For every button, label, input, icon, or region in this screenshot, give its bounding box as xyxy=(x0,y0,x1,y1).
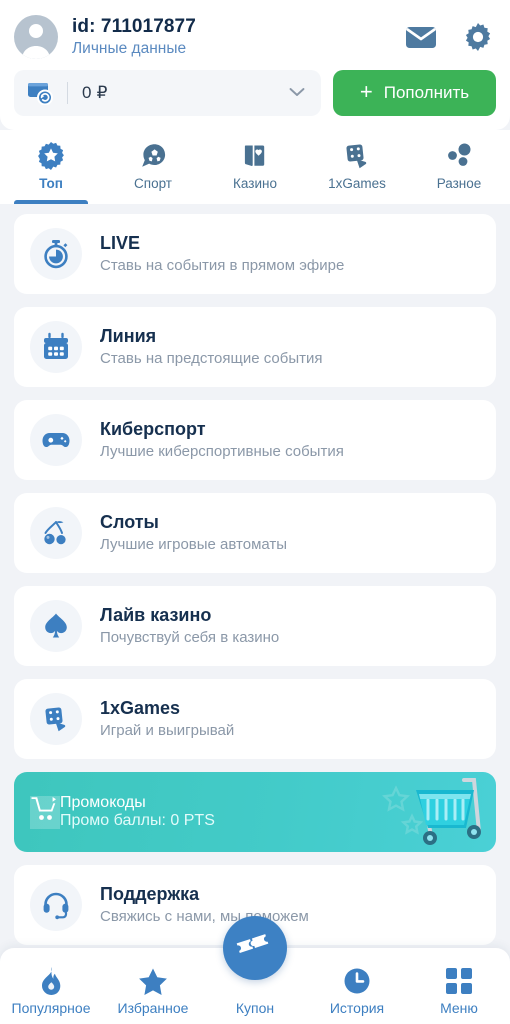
clock-icon xyxy=(343,964,371,998)
tab-label: 1xGames xyxy=(328,176,386,191)
gamepad-icon xyxy=(30,414,82,466)
soccer-ball-icon xyxy=(138,140,168,172)
topup-button[interactable]: + Пополнить xyxy=(333,70,496,116)
account-id-value: 711017877 xyxy=(100,16,196,38)
tab-active-underline xyxy=(14,200,88,204)
list-item-esports[interactable]: Киберспорт Лучшие киберспортивные событи… xyxy=(14,400,496,480)
wallet-row: 0 ₽ + Пополнить xyxy=(14,70,496,116)
tab-underline xyxy=(218,200,291,204)
list-item-text: Киберспорт Лучшие киберспортивные событи… xyxy=(100,418,344,462)
list-item-subtitle: Лучшие игровые автоматы xyxy=(100,536,288,554)
list-item-subtitle: Почувствуй себя в казино xyxy=(100,629,280,647)
tab-sport[interactable]: Спорт xyxy=(102,134,204,204)
promo-subtitle: Промо баллы: 0 PTS xyxy=(60,812,215,829)
list-item-title: Лайв казино xyxy=(100,604,212,625)
gear-icon[interactable] xyxy=(464,23,492,51)
rosette-star-icon xyxy=(36,140,66,172)
user-avatar-icon xyxy=(22,24,50,59)
nav-item-label: Купон xyxy=(235,1000,275,1016)
list-item-subtitle: Ставь на предстоящие события xyxy=(100,350,323,368)
promo-title: Промокоды xyxy=(60,794,146,811)
balance-amount: 0 ₽ xyxy=(82,83,108,102)
flame-icon xyxy=(38,964,64,998)
list-item-text: LIVE Ставь на события в прямом эфире xyxy=(100,232,344,276)
shopping-cart-illustration xyxy=(382,778,481,845)
avatar[interactable] xyxy=(14,15,58,59)
ticket-icon xyxy=(236,934,269,953)
shopping-cart-icon xyxy=(30,795,60,829)
list-item-title: LIVE xyxy=(100,232,141,253)
list-item-title: 1xGames xyxy=(100,697,181,718)
support-title: Поддержка xyxy=(100,883,200,904)
list-item-subtitle: Лучшие киберспортивные события xyxy=(100,443,344,461)
personal-data-link[interactable]: Личные данные xyxy=(72,40,406,58)
tab-label: Топ xyxy=(39,176,63,191)
tab-label: Казино xyxy=(233,176,277,191)
app-screen: id: 711017877 Личные данные 0 ₽ + Пополн… xyxy=(0,0,510,1024)
nav-item-menu[interactable]: Меню xyxy=(408,948,510,1024)
promo-text: Промокоды Промо баллы: 0 PTS xyxy=(60,794,215,830)
promo-codes-banner[interactable]: Промокоды Промо баллы: 0 PTS xyxy=(14,772,496,852)
dice-icon xyxy=(342,140,372,172)
list-item-text: Лайв казино Почувствуй себя в казино xyxy=(100,604,279,648)
main-menu-list: LIVE Ставь на события в прямом эфире Лин… xyxy=(0,204,510,1024)
account-info: id: 711017877 Личные данные xyxy=(72,16,406,58)
tab-casino[interactable]: Казино xyxy=(204,134,306,204)
account-id-label: id: xyxy=(72,16,96,38)
list-item-text: Слоты Лучшие игровые автоматы xyxy=(100,511,287,555)
list-item-subtitle: Ставь на события в прямом эфире xyxy=(100,257,345,275)
balance-selector[interactable]: 0 ₽ xyxy=(14,70,321,116)
playing-cards-icon xyxy=(240,140,270,172)
list-item-title: Киберспорт xyxy=(100,418,206,439)
stopwatch-icon xyxy=(30,228,82,280)
list-item-text: Линия Ставь на предстоящие события xyxy=(100,325,323,369)
list-item-live-casino[interactable]: Лайв казино Почувствуй себя в казино xyxy=(14,586,496,666)
header: id: 711017877 Личные данные 0 ₽ + Пополн… xyxy=(0,0,510,130)
list-item-line[interactable]: Линия Ставь на предстоящие события xyxy=(14,307,496,387)
list-item-1xgames[interactable]: 1xGames Играй и выигрывай xyxy=(14,679,496,759)
chevron-down-icon[interactable] xyxy=(289,84,309,102)
list-item-live[interactable]: LIVE Ставь на события в прямом эфире xyxy=(14,214,496,294)
tab-underline xyxy=(116,200,189,204)
tab-underline xyxy=(422,200,495,204)
tab-underline xyxy=(320,200,393,204)
tab-1xgames[interactable]: 1xGames xyxy=(306,134,408,204)
account-id: id: 711017877 xyxy=(72,16,406,38)
wallet-refresh-icon xyxy=(28,81,54,105)
category-tabs: Топ Спорт Казино 1xGames Разное xyxy=(0,130,510,204)
topup-label: Пополнить xyxy=(383,83,470,102)
nav-item-label: Популярное xyxy=(11,1000,91,1016)
tab-misc[interactable]: Разное xyxy=(408,134,510,204)
tab-label: Спорт xyxy=(134,176,172,191)
plus-icon: + xyxy=(359,79,373,104)
list-item-subtitle: Играй и выигрывай xyxy=(100,722,235,740)
nav-item-label: История xyxy=(329,1000,385,1016)
list-item-title: Линия xyxy=(100,325,157,346)
nav-item-popular[interactable]: Популярное xyxy=(0,948,102,1024)
coupon-fab-button[interactable] xyxy=(223,916,287,980)
nav-item-history[interactable]: История xyxy=(306,948,408,1024)
dice-icon xyxy=(30,693,82,745)
nav-item-label: Избранное xyxy=(117,1000,189,1016)
header-actions xyxy=(406,23,496,51)
mail-icon[interactable] xyxy=(406,25,436,49)
dots-cluster-icon xyxy=(444,140,474,172)
cherries-icon xyxy=(30,507,82,559)
nav-item-label: Меню xyxy=(440,1000,478,1016)
spade-icon xyxy=(30,600,82,652)
list-item-text: Поддержка Свяжись с нами, мы поможем xyxy=(100,883,309,927)
list-item-text: 1xGames Играй и выигрывай xyxy=(100,697,234,741)
headset-icon xyxy=(30,879,82,931)
wallet-divider xyxy=(67,82,68,104)
list-item-slots[interactable]: Слоты Лучшие игровые автоматы xyxy=(14,493,496,573)
list-item-title: Слоты xyxy=(100,511,159,532)
calendar-icon xyxy=(30,321,82,373)
nav-item-favorites[interactable]: Избранное xyxy=(102,948,204,1024)
account-row: id: 711017877 Личные данные xyxy=(14,10,496,64)
grid-squares-icon xyxy=(446,964,472,998)
tab-top[interactable]: Топ xyxy=(0,134,102,204)
star-icon xyxy=(138,964,168,998)
tab-label: Разное xyxy=(436,176,482,191)
